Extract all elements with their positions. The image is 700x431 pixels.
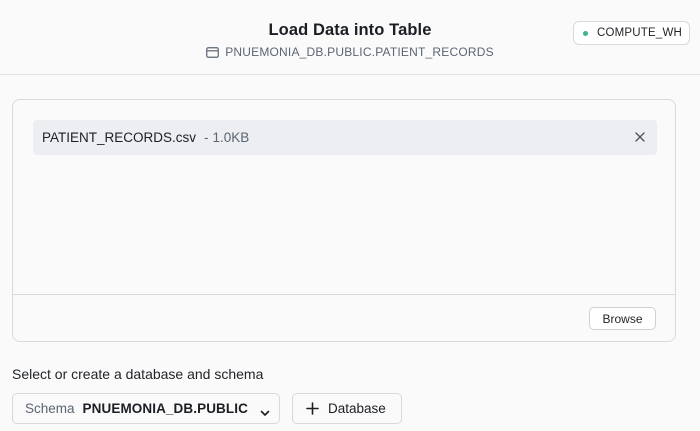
uploaded-file-item: PATIENT_RECORDS.csv - 1.0KB bbox=[33, 120, 657, 155]
close-icon bbox=[635, 132, 645, 142]
file-name: PATIENT_RECORDS.csv bbox=[42, 130, 197, 145]
warehouse-name: COMPUTE_WH bbox=[597, 27, 683, 39]
table-path: PNUEMONIA_DB.PUBLIC.PATIENT_RECORDS bbox=[0, 45, 700, 59]
load-data-dialog: Load Data into Table PNUEMONIA_DB.PUBLIC… bbox=[0, 0, 700, 431]
file-separator: - bbox=[204, 130, 209, 145]
table-path-label: PNUEMONIA_DB.PUBLIC.PATIENT_RECORDS bbox=[225, 45, 494, 59]
section-label: Select or create a database and schema bbox=[12, 366, 264, 382]
file-size: 1.0KB bbox=[212, 130, 250, 145]
schema-value: PNUEMONIA_DB.PUBLIC bbox=[82, 401, 248, 416]
add-database-label: Database bbox=[328, 401, 386, 416]
dialog-header: Load Data into Table PNUEMONIA_DB.PUBLIC… bbox=[0, 0, 700, 75]
status-dot-icon bbox=[583, 30, 588, 36]
file-drop-zone[interactable]: PATIENT_RECORDS.csv - 1.0KB Browse bbox=[12, 99, 676, 342]
drop-zone-footer: Browse bbox=[13, 294, 675, 341]
chevron-down-icon bbox=[260, 405, 270, 416]
add-database-button[interactable]: Database bbox=[292, 393, 402, 424]
warehouse-selector[interactable]: COMPUTE_WH bbox=[573, 21, 690, 45]
table-icon bbox=[206, 46, 220, 58]
plus-icon bbox=[306, 402, 319, 415]
schema-prefix: Schema bbox=[25, 401, 75, 416]
remove-file-button[interactable] bbox=[633, 130, 647, 144]
browse-button[interactable]: Browse bbox=[589, 307, 656, 330]
schema-select[interactable]: Schema PNUEMONIA_DB.PUBLIC bbox=[12, 393, 280, 424]
